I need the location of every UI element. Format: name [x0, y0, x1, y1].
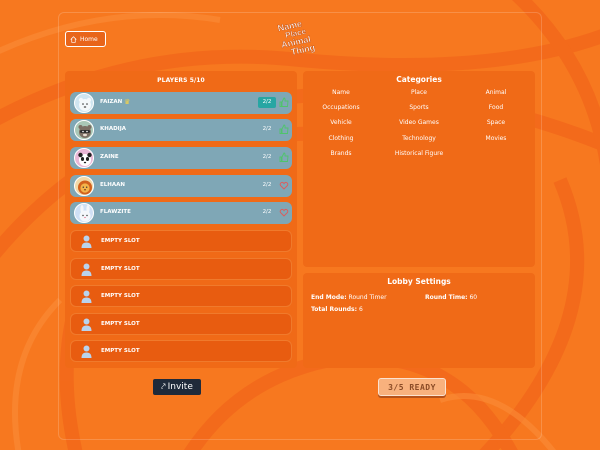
total-rounds-value: 6: [358, 306, 363, 313]
players-panel: PLAYERS 5/10 FAIZAN ♛ 2/2 KHADIJA 2/2 ZA…: [65, 71, 297, 368]
empty-slot-label: EMPTY SLOT: [101, 348, 140, 354]
game-logo: Name Place Animal Thing: [276, 18, 316, 57]
thumbs-up-icon[interactable]: [279, 97, 289, 108]
bear-icon: [74, 93, 94, 113]
total-rounds-label: Total Rounds:: [311, 306, 358, 313]
empty-slot-label: EMPTY SLOT: [101, 293, 140, 299]
empty-slot-label: EMPTY SLOT: [101, 238, 140, 244]
end-mode-field: End Mode: Round Timer: [311, 294, 387, 301]
player-score: 2/2: [258, 124, 276, 135]
categories-title: Categories: [396, 75, 442, 84]
category-item: Brands: [330, 150, 352, 157]
category-item: Vehicle: [330, 119, 352, 126]
player-name: FAIZAN: [100, 99, 123, 105]
invite-button[interactable]: ⤤ Invite: [153, 379, 201, 395]
player-row[interactable]: ELHAAN 2/2: [70, 175, 292, 197]
invite-label: Invite: [167, 382, 193, 392]
player-row[interactable]: FLAWZITE 2/2: [70, 202, 292, 224]
round-time-field: Round Time: 60: [425, 294, 477, 301]
empty-slot-label: EMPTY SLOT: [101, 266, 140, 272]
empty-slot-label: EMPTY SLOT: [101, 321, 140, 327]
category-item: Animal: [485, 89, 507, 96]
ready-button[interactable]: 3/5 READY: [378, 378, 446, 396]
bunny-icon: [74, 203, 94, 223]
category-item: Food: [488, 104, 504, 111]
category-item: Name: [332, 89, 350, 96]
lobby-settings-panel: Lobby Settings End Mode: Round Timer Rou…: [303, 273, 535, 368]
player-name: KHADIJA: [100, 126, 127, 132]
home-icon: [70, 35, 77, 43]
category-item: Place: [411, 89, 427, 96]
heart-icon[interactable]: [279, 207, 289, 218]
end-mode-label: End Mode:: [311, 294, 347, 301]
home-label: Home: [80, 35, 98, 43]
player-name: FLAWZITE: [100, 209, 131, 215]
category-item: Video Games: [399, 119, 439, 126]
person-placeholder-icon: [81, 345, 92, 358]
score-text: 2/2: [262, 154, 272, 160]
empty-slot: EMPTY SLOT: [70, 258, 292, 280]
raccoon-icon: [74, 120, 94, 140]
home-button[interactable]: Home: [65, 31, 106, 47]
empty-slot: EMPTY SLOT: [70, 285, 292, 307]
thumbs-up-icon[interactable]: [279, 124, 289, 135]
panda-icon: [74, 148, 94, 168]
category-item: Technology: [402, 135, 436, 142]
score-text: 2/2: [262, 209, 272, 215]
category-item: Sports: [409, 104, 429, 111]
player-row[interactable]: FAIZAN ♛ 2/2: [70, 92, 292, 114]
person-placeholder-icon: [81, 263, 92, 276]
ready-label: 3/5 READY: [388, 382, 436, 392]
end-mode-value: Round Timer: [348, 294, 387, 301]
heart-icon[interactable]: [279, 180, 289, 191]
player-score: 2/2: [258, 207, 276, 218]
thumbs-up-icon[interactable]: [279, 152, 289, 163]
round-time-value: 60: [469, 294, 478, 301]
empty-slot: EMPTY SLOT: [70, 230, 292, 252]
crown-icon: ♛: [124, 98, 131, 106]
category-item: Space: [486, 119, 506, 126]
score-text: 2/2: [262, 99, 272, 105]
player-row[interactable]: ZAINE 2/2: [70, 147, 292, 169]
player-score: 2/2: [258, 180, 276, 191]
player-row[interactable]: KHADIJA 2/2: [70, 119, 292, 141]
category-item: Occupations: [322, 104, 360, 111]
empty-slot: EMPTY SLOT: [70, 313, 292, 335]
player-name: ELHAAN: [100, 182, 125, 188]
player-score: 2/2: [258, 152, 276, 163]
empty-slot: EMPTY SLOT: [70, 340, 292, 362]
person-placeholder-icon: [81, 318, 92, 331]
share-icon: ⤤: [161, 382, 166, 391]
score-text: 2/2: [262, 182, 272, 188]
player-name: ZAINE: [100, 154, 119, 160]
player-score: 2/2: [258, 97, 276, 108]
total-rounds-field: Total Rounds: 6: [311, 306, 363, 313]
round-time-label: Round Time:: [425, 294, 468, 301]
players-title: PLAYERS 5/10: [157, 77, 205, 84]
category-item: Historical Figure: [394, 150, 444, 157]
category-item: Clothing: [328, 135, 354, 142]
person-placeholder-icon: [81, 235, 92, 248]
categories-panel: Categories Name Place Animal Occupations…: [303, 71, 535, 267]
score-text: 2/2: [262, 126, 272, 132]
category-item: Movies: [485, 135, 507, 142]
lion-icon: [74, 176, 94, 196]
person-placeholder-icon: [81, 290, 92, 303]
lobby-settings-title: Lobby Settings: [387, 277, 451, 286]
